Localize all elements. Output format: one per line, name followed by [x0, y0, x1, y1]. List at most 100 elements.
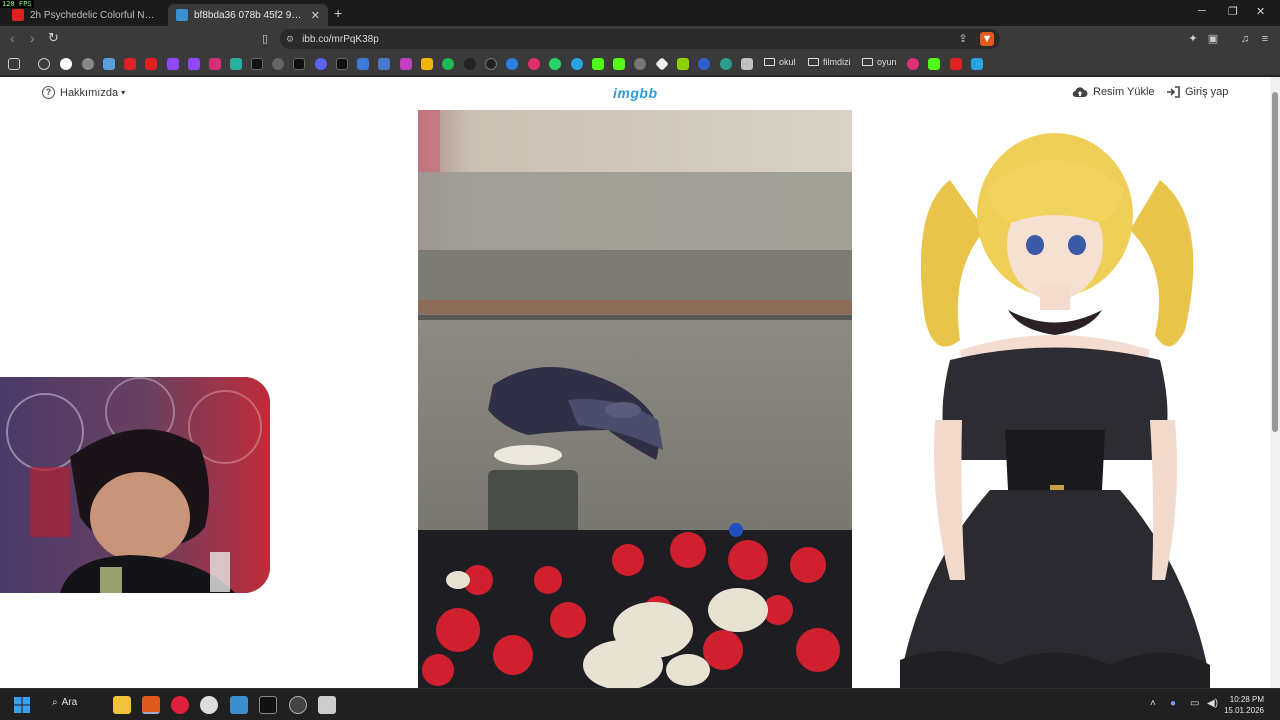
- google-icon[interactable]: [60, 58, 72, 70]
- brave-browser-icon[interactable]: [142, 696, 160, 714]
- history-icon[interactable]: [38, 58, 50, 70]
- twitch-icon[interactable]: [188, 58, 200, 70]
- tab-title: 2h Psychedelic Colorful Neon Backgr: [30, 9, 156, 21]
- kick-icon[interactable]: [613, 58, 625, 70]
- bookmark-icon[interactable]: [907, 58, 919, 70]
- bookmark-icon[interactable]: [103, 58, 115, 70]
- obs-icon[interactable]: [289, 696, 307, 714]
- bookmark-icon[interactable]: [230, 58, 242, 70]
- file-explorer-icon[interactable]: [113, 696, 131, 714]
- folder-icon: [764, 58, 775, 66]
- media-icon[interactable]: ♫: [1238, 32, 1252, 46]
- reload-button[interactable]: ↻: [48, 30, 59, 46]
- app-icon[interactable]: [318, 696, 336, 714]
- tiktok-icon[interactable]: [293, 58, 305, 70]
- bookmark-icon[interactable]: [336, 58, 348, 70]
- bookmark-icon[interactable]: ▯: [258, 32, 272, 46]
- imgbb-logo[interactable]: imgbb: [613, 85, 658, 101]
- restore-button[interactable]: ❐: [1228, 5, 1238, 18]
- bookmark-icon[interactable]: [82, 58, 94, 70]
- imgbb-favicon-icon: [176, 9, 188, 21]
- youtube-icon[interactable]: [145, 58, 157, 70]
- forward-button[interactable]: ›: [30, 30, 35, 46]
- app-icon[interactable]: [259, 696, 277, 714]
- caret-down-icon: ▾: [121, 88, 126, 97]
- app-icon[interactable]: [200, 696, 218, 714]
- bookmark-icon[interactable]: [698, 58, 710, 70]
- bookmarks-bar: okul filmdizi oyun: [0, 52, 1280, 76]
- taskbar-search[interactable]: ⌕ Ara: [52, 697, 77, 708]
- folder-label: filmdizi: [823, 57, 851, 67]
- kick-icon[interactable]: [928, 58, 940, 70]
- cloud-upload-icon: [1072, 87, 1088, 98]
- volume-icon[interactable]: ◀): [1207, 698, 1218, 709]
- github-icon[interactable]: [485, 58, 497, 70]
- network-icon[interactable]: ▭: [1190, 698, 1199, 709]
- folder-icon: [808, 58, 819, 66]
- discord-icon[interactable]: [315, 58, 327, 70]
- close-tab-icon[interactable]: ✕: [311, 9, 320, 22]
- sidebar-icon[interactable]: ▣: [1206, 32, 1220, 46]
- bookmark-icon[interactable]: [971, 58, 983, 70]
- fish-tank-image: [418, 110, 852, 688]
- bookmark-icon[interactable]: [506, 58, 518, 70]
- about-menu[interactable]: ? Hakkımızda ▾: [42, 86, 125, 99]
- url-text: ibb.co/mrPqK38p: [302, 33, 379, 45]
- tab-imgbb[interactable]: bf8bda36 078b 45f2 968f 6b1a5 ✕: [168, 4, 328, 26]
- bookmark-icon[interactable]: [272, 58, 284, 70]
- address-bar[interactable]: ⚙ ibb.co/mrPqK38p: [280, 29, 1000, 49]
- instagram-icon[interactable]: [209, 58, 221, 70]
- menu-icon[interactable]: ≡: [1258, 32, 1272, 46]
- x-icon[interactable]: [251, 58, 263, 70]
- bookmark-icon[interactable]: [528, 58, 540, 70]
- about-label: Hakkımızda: [60, 86, 119, 99]
- scrollbar-thumb[interactable]: [1272, 92, 1278, 432]
- back-button[interactable]: ‹: [10, 30, 15, 46]
- login-button[interactable]: Giriş yap: [1166, 86, 1228, 98]
- new-tab-button[interactable]: +: [334, 5, 342, 21]
- bookmark-icon[interactable]: [677, 58, 689, 70]
- youtube-icon[interactable]: [124, 58, 136, 70]
- whatsapp-icon[interactable]: [549, 58, 561, 70]
- kick-icon[interactable]: [592, 58, 604, 70]
- folder-label: okul: [779, 57, 796, 67]
- mic-icon[interactable]: ●: [1170, 698, 1176, 709]
- telegram-icon[interactable]: [571, 58, 583, 70]
- upload-button[interactable]: Resim Yükle: [1072, 86, 1155, 98]
- brave-shield-icon[interactable]: ▼: [980, 32, 994, 46]
- bookmark-icon[interactable]: [720, 58, 732, 70]
- bookmark-folder-filmdizi[interactable]: filmdizi: [808, 57, 851, 67]
- youtube-icon[interactable]: [950, 58, 962, 70]
- bookmark-icon[interactable]: [400, 58, 412, 70]
- site-info-icon[interactable]: ⚙: [286, 34, 294, 45]
- bookmark-icon[interactable]: [634, 58, 646, 70]
- bookmark-icon[interactable]: [464, 58, 476, 70]
- media-player-icon[interactable]: [171, 696, 189, 714]
- search-label: Ara: [61, 697, 78, 708]
- drive-icon[interactable]: [421, 58, 433, 70]
- uploaded-image[interactable]: [418, 110, 852, 688]
- windows-start-icon[interactable]: [14, 697, 30, 713]
- bookmark-folder-oyun[interactable]: oyun: [862, 57, 897, 67]
- bookmark-folder-okul[interactable]: okul: [764, 57, 796, 67]
- browser-tab-strip: 2h Psychedelic Colorful Neon Backgr bf8b…: [0, 0, 1280, 26]
- bookmark-icon[interactable]: [378, 58, 390, 70]
- taskbar-clock[interactable]: 10:28 PM 15.01.2026: [1224, 694, 1264, 716]
- chevron-up-icon[interactable]: ˄: [1150, 698, 1156, 709]
- webcam-overlay: [0, 377, 270, 593]
- bookmark-icon[interactable]: [357, 58, 369, 70]
- app-icon[interactable]: [230, 696, 248, 714]
- bookmark-icon[interactable]: [655, 57, 669, 71]
- spotify-icon[interactable]: [442, 58, 454, 70]
- extensions-icon[interactable]: ✦: [1186, 32, 1200, 46]
- bookmark-icon[interactable]: [741, 58, 753, 70]
- upload-label: Resim Yükle: [1093, 86, 1155, 98]
- twitch-icon[interactable]: [167, 58, 179, 70]
- clock-date: 15.01.2026: [1223, 706, 1264, 715]
- share-icon[interactable]: ⇪: [956, 32, 970, 46]
- close-window-button[interactable]: ✕: [1256, 5, 1265, 18]
- youtube-favicon-icon: [12, 9, 24, 21]
- sign-in-icon: [1167, 86, 1180, 98]
- minimize-button[interactable]: ─: [1198, 5, 1206, 17]
- apps-icon[interactable]: [8, 58, 20, 70]
